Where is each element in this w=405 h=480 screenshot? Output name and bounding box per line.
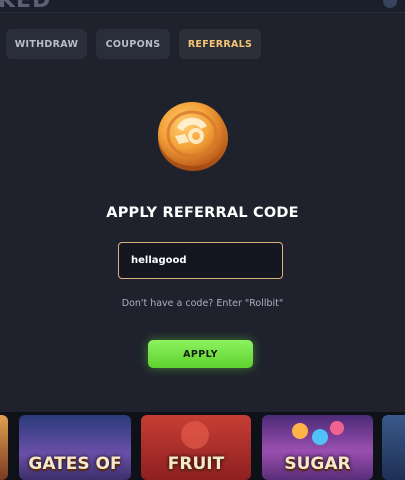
game-thumbnail[interactable] <box>0 415 8 480</box>
games-row: GATES OF FRUIT SUGAR <box>0 415 405 480</box>
hint-text: Don't have a code? Enter "Rollbit" <box>121 298 284 309</box>
game-label: FRUIT <box>167 454 225 474</box>
game-label: SUGAR <box>284 454 351 474</box>
apply-button[interactable]: APPLY <box>148 340 253 368</box>
background-title: KED <box>0 0 51 12</box>
tab-referrals[interactable]: REFERRALS <box>179 29 261 59</box>
game-label: GATES OF <box>28 454 122 474</box>
game-thumbnail[interactable]: SUGAR <box>262 415 373 480</box>
modal-title: APPLY REFERRAL CODE <box>106 205 299 221</box>
referral-modal: WITHDRAW COUPONS REFERRALS APPLY REFERRA… <box>0 12 405 412</box>
referral-code-field <box>118 242 283 279</box>
game-artwork <box>330 421 344 435</box>
game-artwork <box>292 423 308 439</box>
game-thumbnail[interactable] <box>382 415 405 480</box>
referral-code-input[interactable] <box>119 243 282 278</box>
coin-icon <box>158 102 228 171</box>
tab-withdraw[interactable]: WITHDRAW <box>6 29 87 59</box>
game-thumbnail[interactable]: GATES OF <box>19 415 131 480</box>
modal-tabs: WITHDRAW COUPONS REFERRALS <box>6 29 261 59</box>
tab-coupons[interactable]: COUPONS <box>96 29 170 59</box>
game-thumbnail[interactable]: FRUIT <box>141 415 251 480</box>
game-artwork <box>181 421 209 449</box>
game-artwork <box>312 429 328 445</box>
background-header: KED <box>0 0 405 12</box>
background-decoration <box>383 0 397 8</box>
